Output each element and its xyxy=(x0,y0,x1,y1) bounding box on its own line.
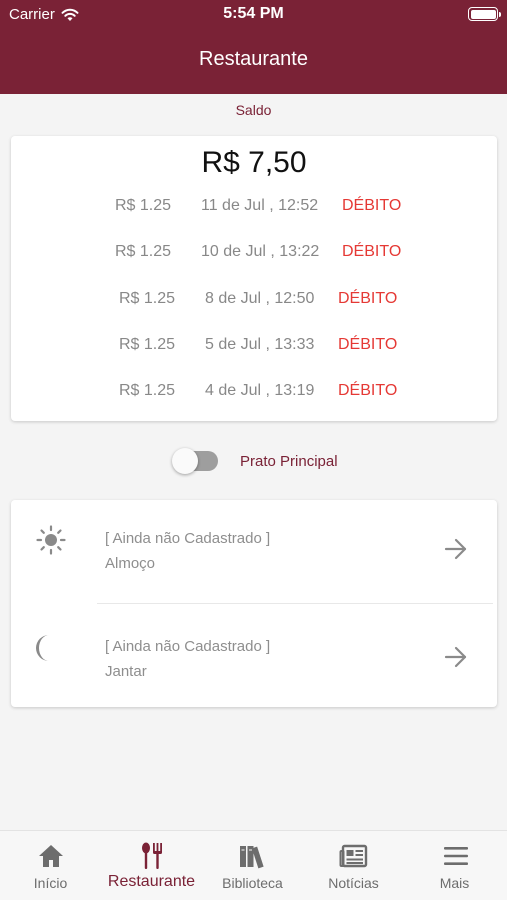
transaction-type: DÉBITO xyxy=(338,290,398,307)
transaction-value: R$ 1.25 xyxy=(114,243,171,260)
status-bar: Carrier 5:54 PM xyxy=(0,0,507,30)
meal-name: Jantar xyxy=(105,663,147,680)
tab-mais[interactable]: Mais xyxy=(404,831,507,900)
meals-card: [ Ainda não Cadastrado ] Almoço [ Ainda … xyxy=(11,500,497,707)
books-icon xyxy=(239,846,264,869)
tab-biblioteca[interactable]: Biblioteca xyxy=(202,831,303,900)
meal-row-lunch[interactable]: [ Ainda não Cadastrado ] Almoço xyxy=(11,500,497,603)
home-icon xyxy=(38,845,63,867)
balance-label: Saldo xyxy=(235,102,272,118)
newspaper-icon xyxy=(339,844,367,868)
status-time: 5:54 PM xyxy=(223,5,284,22)
transaction-date: 4 de Jul , 13:19 xyxy=(205,382,315,399)
transaction-type: DÉBITO xyxy=(338,336,398,353)
transaction-row: R$ 1.25 10 de Jul , 13:22 DÉBITO xyxy=(11,243,497,269)
tab-label: Notícias xyxy=(328,875,379,891)
menu-icon xyxy=(443,847,468,865)
transaction-date: 8 de Jul , 12:50 xyxy=(205,290,315,307)
balance-amount: R$ 7,50 xyxy=(201,146,307,179)
tab-inicio[interactable]: Início xyxy=(0,831,101,900)
tab-label: Início xyxy=(33,875,68,891)
tab-noticias[interactable]: Notícias xyxy=(303,831,404,900)
transaction-date: 5 de Jul , 13:33 xyxy=(205,336,315,353)
transaction-type: DÉBITO xyxy=(342,243,402,260)
tab-label: Mais xyxy=(439,875,470,891)
meal-name: Almoço xyxy=(105,555,156,572)
transaction-value: R$ 1.25 xyxy=(118,336,175,353)
arrow-right-icon[interactable] xyxy=(443,644,469,670)
transaction-row: R$ 1.25 4 de Jul , 13:19 DÉBITO xyxy=(11,382,497,408)
tab-restaurante[interactable]: Restaurante xyxy=(101,831,202,900)
transaction-row: R$ 1.25 11 de Jul , 12:52 DÉBITO xyxy=(11,197,497,223)
tab-label: Biblioteca xyxy=(222,875,283,891)
transaction-date: 11 de Jul , 12:52 xyxy=(201,197,319,214)
transaction-value: R$ 1.25 xyxy=(118,382,175,399)
sun-icon xyxy=(36,525,66,555)
meal-status: [ Ainda não Cadastrado ] xyxy=(105,530,271,547)
transaction-type: DÉBITO xyxy=(338,382,398,399)
transaction-value: R$ 1.25 xyxy=(118,290,175,307)
balance-card: R$ 7,50 R$ 1.25 11 de Jul , 12:52 DÉBITO… xyxy=(11,136,497,421)
main-dish-toggle-row: Prato Principal xyxy=(0,447,507,477)
tab-label: Restaurante xyxy=(107,873,196,890)
meal-row-dinner[interactable]: [ Ainda não Cadastrado ] Jantar xyxy=(11,604,497,707)
transaction-row: R$ 1.25 5 de Jul , 13:33 DÉBITO xyxy=(11,336,497,362)
transaction-date: 10 de Jul , 13:22 xyxy=(201,243,320,260)
transaction-value: R$ 1.25 xyxy=(114,197,171,214)
transaction-type: DÉBITO xyxy=(342,197,402,214)
meal-status: [ Ainda não Cadastrado ] xyxy=(105,638,271,655)
tab-bar: Início Restaurante Biblioteca Notícias M… xyxy=(0,830,507,900)
moon-icon xyxy=(36,635,49,661)
app-header: Carrier 5:54 PM Restaurante xyxy=(0,0,507,94)
transaction-row: R$ 1.25 8 de Jul , 12:50 DÉBITO xyxy=(11,290,497,316)
main-dish-toggle[interactable] xyxy=(172,448,218,474)
arrow-right-icon[interactable] xyxy=(443,536,469,562)
battery-icon xyxy=(468,7,501,21)
page-title: Restaurante xyxy=(199,48,308,70)
main-dish-toggle-label: Prato Principal xyxy=(240,453,338,470)
toggle-knob[interactable] xyxy=(172,448,198,474)
cutlery-icon xyxy=(141,842,162,869)
